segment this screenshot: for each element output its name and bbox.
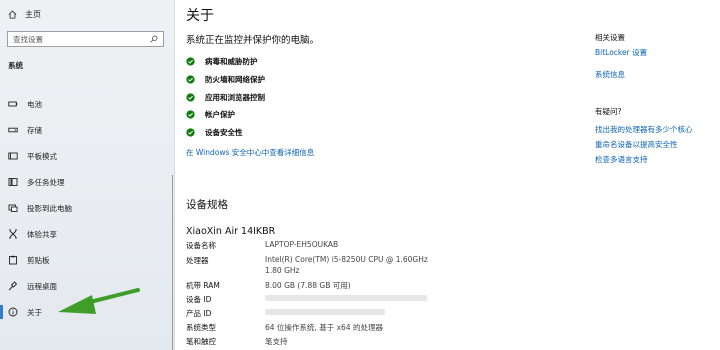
- check-circle-icon: [186, 93, 195, 102]
- sidebar-item-label: 体验共享: [27, 229, 57, 239]
- related-settings-heading: 相关设置: [595, 33, 625, 42]
- sidebar-item-label: 关于: [27, 307, 42, 317]
- system-info-link[interactable]: 系统信息: [595, 69, 625, 80]
- sidebar-item-label: 平板模式: [27, 151, 57, 161]
- protection-item: 设备安全性: [186, 127, 243, 138]
- sidebar-item-label: 电池: [27, 99, 42, 109]
- redacted-device-id: [265, 295, 427, 301]
- spec-label: 系统类型: [186, 323, 216, 332]
- spec-value: 笔支持: [265, 337, 288, 346]
- protection-item-label: 帐户保护: [205, 110, 235, 119]
- check-circle-icon: [186, 110, 195, 119]
- battery-icon: [8, 101, 18, 107]
- multilanguage-support-link[interactable]: 检查多语言支持: [595, 154, 648, 165]
- info-icon: [8, 307, 18, 317]
- sidebar-item-multitasking[interactable]: 多任务处理: [0, 172, 174, 192]
- redacted-product-id: [265, 309, 385, 315]
- device-model-name: XiaoXin Air 14IKBR: [186, 226, 276, 237]
- sidebar-item-clipboard[interactable]: 剪贴板: [0, 250, 174, 270]
- protection-item: 防火墙和网络保护: [186, 74, 265, 85]
- check-circle-icon: [186, 75, 195, 84]
- spec-label: 处理器: [186, 256, 209, 265]
- spec-label: 设备 ID: [186, 295, 212, 304]
- protection-item-label: 防火墙和网络保护: [205, 75, 265, 84]
- sidebar-item-storage[interactable]: 存储: [0, 120, 174, 140]
- protection-item-label: 设备安全性: [205, 128, 243, 137]
- page-title: 关于: [186, 8, 214, 24]
- storage-icon: [8, 127, 18, 133]
- section-title-system: 系统: [8, 61, 23, 70]
- tablet-mode-icon: [8, 152, 18, 160]
- sidebar-item-tablet-mode[interactable]: 平板模式: [0, 146, 174, 166]
- question-heading: 有疑问?: [595, 107, 622, 116]
- search-icon: [150, 35, 158, 43]
- processor-cores-link[interactable]: 找出我的处理器有多少个核心: [595, 124, 693, 135]
- about-page: 关于 系统正在监控并保护你的电脑。 病毒和威胁防护 防火墙和网络保护 应用和浏览…: [174, 0, 720, 350]
- protection-item-label: 应用和浏览器控制: [205, 93, 265, 102]
- spec-value: LAPTOP-EH5OUKAB: [265, 240, 339, 249]
- sidebar-item-label: 远程桌面: [27, 281, 57, 291]
- spec-label: 机带 RAM: [186, 281, 220, 290]
- projecting-icon: [8, 204, 18, 212]
- clipboard-icon: [9, 255, 17, 265]
- home-icon: [8, 10, 17, 19]
- search-placeholder: 查找设置: [13, 34, 43, 44]
- home-nav-item[interactable]: 主页: [8, 9, 41, 20]
- protection-item: 病毒和威胁防护: [186, 56, 258, 67]
- device-specs-title: 设备规格: [186, 199, 228, 211]
- sidebar-item-projecting[interactable]: 投影到此电脑: [0, 198, 174, 218]
- remote-desktop-icon: [8, 281, 18, 291]
- protection-item-label: 病毒和威胁防护: [205, 57, 258, 66]
- sidebar-item-label: 投影到此电脑: [27, 203, 72, 213]
- spec-value: 8.00 GB (7.88 GB 可用): [265, 281, 351, 290]
- sidebar-item-battery[interactable]: 电池: [0, 94, 174, 114]
- sidebar-item-shared-experiences[interactable]: 体验共享: [0, 224, 174, 244]
- spec-value: Intel(R) Core(TM) i5-8250U CPU @ 1.60GHz: [265, 255, 428, 264]
- spec-value: 64 位操作系统, 基于 x64 的处理器: [265, 323, 383, 332]
- sidebar-item-label: 剪贴板: [27, 255, 50, 265]
- check-circle-icon: [186, 128, 195, 137]
- spec-label: 设备名称: [186, 241, 216, 250]
- shared-experiences-icon: [9, 229, 17, 239]
- home-label: 主页: [25, 10, 41, 19]
- spec-label: 笔和触控: [186, 337, 216, 346]
- protection-status-text: 系统正在监控并保护你的电脑。: [186, 35, 320, 46]
- rename-device-link[interactable]: 重命名设备以提高安全性: [595, 139, 678, 150]
- spec-value-line2: 1.80 GHz: [265, 266, 300, 275]
- sidebar-item-about[interactable]: 关于: [0, 302, 174, 322]
- settings-search-box[interactable]: 查找设置: [7, 31, 164, 47]
- settings-sidebar: 主页 查找设置 系统 电池 存储 平板模式 多任务处理 投影到此电脑 体验共享 …: [0, 0, 175, 350]
- protection-item: 应用和浏览器控制: [186, 92, 265, 103]
- bitlocker-settings-link[interactable]: BitLocker 设置: [595, 47, 647, 58]
- spec-label: 产品 ID: [186, 309, 212, 318]
- sidebar-item-remote-desktop[interactable]: 远程桌面: [0, 276, 174, 296]
- sidebar-item-label: 存储: [27, 125, 42, 135]
- sidebar-divider: [172, 175, 173, 350]
- protection-item: 帐户保护: [186, 109, 235, 120]
- multitasking-icon: [8, 178, 18, 186]
- sidebar-item-label: 多任务处理: [27, 177, 65, 187]
- check-circle-icon: [186, 57, 195, 66]
- security-details-link[interactable]: 在 Windows 安全中心中查看详细信息: [186, 147, 314, 158]
